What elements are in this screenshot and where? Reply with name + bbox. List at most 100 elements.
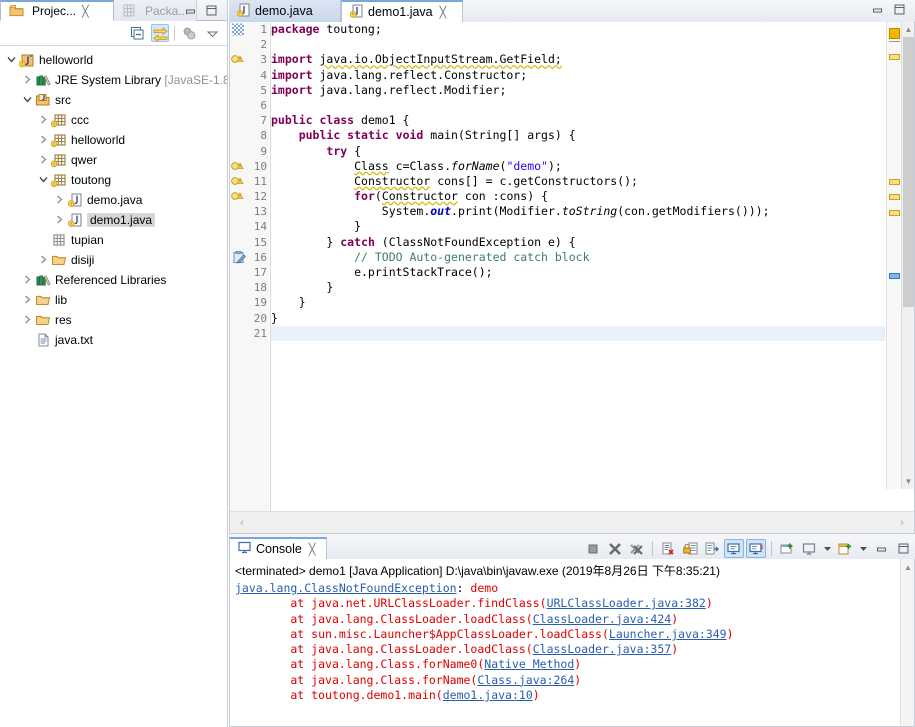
scroll-up-arrow[interactable]: ▲	[902, 23, 914, 36]
editor-minimize-icon[interactable]	[871, 3, 884, 19]
scroll-right-arrow[interactable]: ›	[895, 516, 909, 530]
stack-link[interactable]: demo1.java:10	[443, 688, 533, 702]
console-line[interactable]: at toutong.demo1.main(demo1.java:10)	[230, 688, 914, 703]
library-icon	[34, 272, 52, 288]
show-console-on-error-button[interactable]: x	[746, 539, 766, 558]
tree-item[interactable]: tupian	[0, 230, 227, 250]
code-viewport[interactable]: !!!! 1 2 3 4 5 6 7 8 9 10 11 12 13 14 15 16 17 18 19 20 21 p…	[230, 22, 914, 511]
stack-link[interactable]: Launcher.java:349	[609, 627, 727, 641]
bookmark-stripe-icon[interactable]	[230, 22, 247, 37]
chevron-right-icon[interactable]	[20, 275, 34, 286]
tab-console[interactable]: Console ╳	[229, 537, 327, 559]
console-line[interactable]: at java.lang.ClassLoader.loadClass(Class…	[230, 612, 914, 627]
display-console-dropdown[interactable]	[821, 539, 833, 558]
stack-link[interactable]: ClassLoader.java:424	[533, 612, 671, 626]
close-icon[interactable]: ╳	[440, 6, 447, 19]
tab-demo-java[interactable]: ! demo.java	[229, 0, 341, 22]
scroll-left-arrow[interactable]: ‹	[235, 516, 249, 530]
tree-item[interactable]: JRE System Library [JavaSE-1.8	[0, 70, 227, 90]
scroll-down-arrow[interactable]: ▼	[902, 475, 914, 488]
console-line[interactable]: at sun.misc.Launcher$AppClassLoader.load…	[230, 627, 914, 642]
tree-item[interactable]: Referenced Libraries	[0, 270, 227, 290]
console-vertical-scrollbar[interactable]: ▲	[900, 559, 914, 726]
project-tree[interactable]: ! helloworld JRE System Library [JavaSE-1.…	[0, 47, 227, 727]
overview-ruler[interactable]	[886, 22, 901, 489]
editor-horizontal-scrollbar[interactable]: ‹ ›	[230, 511, 914, 533]
word-wrap-button[interactable]	[702, 539, 722, 558]
tree-item-label: java.txt	[55, 333, 94, 347]
close-icon[interactable]: ╳	[309, 543, 316, 556]
chevron-down-icon[interactable]	[4, 55, 18, 66]
chevron-right-icon[interactable]	[52, 215, 66, 226]
remove-all-terminated-button[interactable]	[627, 539, 647, 558]
tree-item[interactable]: java.txt	[0, 330, 227, 350]
chevron-right-icon[interactable]	[36, 255, 50, 266]
code-text[interactable]: package toutong; import java.io.ObjectIn…	[271, 22, 885, 511]
terminate-button[interactable]	[583, 539, 603, 558]
chevron-right-icon[interactable]	[36, 115, 50, 126]
chevron-down-icon[interactable]	[36, 175, 50, 186]
console-scroll-up-arrow[interactable]: ▲	[901, 561, 915, 574]
console-line[interactable]: java.lang.ClassNotFoundException: demo	[230, 581, 914, 596]
open-console-dropdown[interactable]	[857, 539, 869, 558]
minimize-icon[interactable]	[184, 4, 197, 20]
chevron-right-icon[interactable]	[20, 315, 34, 326]
scroll-thumb[interactable]	[903, 37, 914, 307]
console-maximize-button[interactable]	[893, 539, 913, 558]
warning-icon[interactable]: !	[230, 159, 247, 174]
chevron-right-icon[interactable]	[52, 195, 66, 206]
warning-icon[interactable]: !	[230, 189, 247, 204]
maximize-icon[interactable]	[205, 4, 218, 20]
stack-link[interactable]: Native Method	[484, 657, 574, 671]
editor-maximize-icon[interactable]	[893, 3, 906, 19]
console-line[interactable]: at java.lang.Class.forName0(Native Metho…	[230, 657, 914, 672]
editor-vertical-scrollbar[interactable]: ▲ ▼	[901, 22, 914, 489]
svg-text:!: !	[22, 61, 23, 67]
console-part: Console ╳ x <terminated> demo1 [Java App…	[229, 537, 915, 727]
tree-item[interactable]: ! demo.java	[0, 190, 227, 210]
show-console-on-output-button[interactable]	[724, 539, 744, 558]
console-line[interactable]: at java.lang.ClassLoader.loadClass(Class…	[230, 642, 914, 657]
stack-link[interactable]: Class.java:264	[477, 673, 574, 687]
tab-project-explorer[interactable]: Projec... ╳	[0, 0, 114, 21]
scroll-lock-button[interactable]	[680, 539, 700, 558]
tree-item[interactable]: res	[0, 310, 227, 330]
tree-item[interactable]: lib	[0, 290, 227, 310]
tree-item[interactable]: ! helloworld	[0, 130, 227, 150]
stack-text[interactable]: java.lang.ClassNotFoundException	[235, 581, 457, 595]
warning-icon[interactable]: !	[230, 52, 247, 67]
tree-item[interactable]: src	[0, 90, 227, 110]
console-stack-trace[interactable]: java.lang.ClassNotFoundException: demo a…	[230, 581, 914, 703]
collapse-all-button[interactable]	[128, 24, 146, 42]
console-output[interactable]: <terminated> demo1 [Java Application] D:…	[229, 559, 915, 727]
remove-launch-button[interactable]	[605, 539, 625, 558]
open-console-button[interactable]	[835, 539, 855, 558]
chevron-right-icon[interactable]	[20, 295, 34, 306]
tree-item[interactable]: ! toutong	[0, 170, 227, 190]
tab-demo1-java[interactable]: ! demo1.java ╳	[341, 0, 463, 22]
console-minimize-button[interactable]	[871, 539, 891, 558]
todo-icon[interactable]	[230, 250, 247, 265]
stack-link[interactable]: ClassLoader.java:357	[533, 642, 671, 656]
view-dropdown-button[interactable]	[203, 24, 221, 42]
tree-item[interactable]: ! helloworld	[0, 50, 227, 70]
close-icon[interactable]: ╳	[82, 5, 89, 18]
stack-link[interactable]: URLClassLoader.java:382	[547, 596, 706, 610]
link-with-editor-button[interactable]	[151, 24, 169, 42]
warning-icon[interactable]: !	[230, 174, 247, 189]
tree-item[interactable]: ! demo1.java	[0, 210, 227, 230]
display-selected-console-button[interactable]	[799, 539, 819, 558]
chevron-down-icon[interactable]	[20, 95, 34, 106]
console-line[interactable]: at java.net.URLClassLoader.findClass(URL…	[230, 596, 914, 611]
editor-marker-gutter[interactable]: !!!!	[230, 22, 247, 511]
pin-console-button[interactable]	[777, 539, 797, 558]
view-menu-button[interactable]	[180, 24, 198, 42]
chevron-right-icon[interactable]	[36, 155, 50, 166]
chevron-right-icon[interactable]	[36, 135, 50, 146]
tree-item[interactable]: ! ccc	[0, 110, 227, 130]
tree-item[interactable]: disiji	[0, 250, 227, 270]
tree-item[interactable]: ! qwer	[0, 150, 227, 170]
chevron-right-icon[interactable]	[20, 75, 34, 86]
console-line[interactable]: at java.lang.Class.forName(Class.java:26…	[230, 673, 914, 688]
clear-console-button[interactable]	[658, 539, 678, 558]
